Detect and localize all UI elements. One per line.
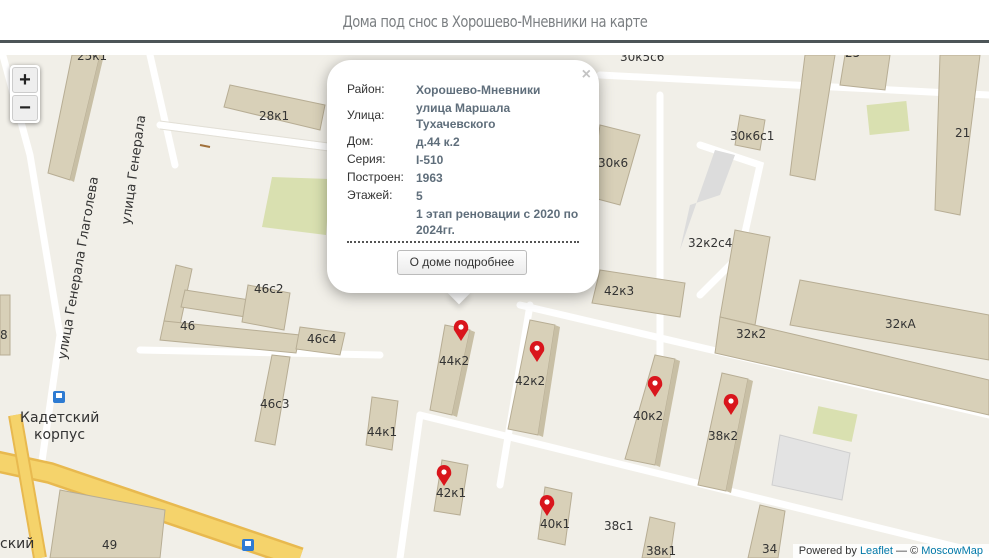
info-label: Дом: xyxy=(347,134,374,148)
label-28k1: 28к1 xyxy=(259,109,289,123)
label-46s3: 46с3 xyxy=(260,397,290,411)
label-34: 34 xyxy=(762,542,777,556)
label-46s2: 46с2 xyxy=(254,282,284,296)
label-kadet-2: корпус xyxy=(34,427,85,443)
label-38k2: 38к2 xyxy=(708,429,738,443)
label-kadet-left: ский xyxy=(0,536,34,552)
label-21: 21 xyxy=(955,126,970,140)
leaflet-link[interactable]: Leaflet xyxy=(860,545,893,557)
info-value: 5 xyxy=(416,189,423,203)
info-row-renovation: 1 этап реновации с 2020 по 2024гг. xyxy=(347,206,582,238)
popup-close-button[interactable]: × xyxy=(582,66,591,84)
street-label-general: улица Генерала xyxy=(119,114,149,225)
info-row-built: Построен: 1963 xyxy=(347,170,582,186)
info-row-series: Серия: I-510 xyxy=(347,152,582,168)
label-32k2: 32к2 xyxy=(736,327,766,341)
park-area xyxy=(866,100,910,136)
info-value: д.44 к.2 xyxy=(416,135,460,149)
info-label xyxy=(347,206,416,238)
page-title: Дома под снос в Хорошево-Мневники на кар… xyxy=(342,12,647,31)
label-44k1: 44к1 xyxy=(367,425,397,439)
info-row-floors: Этажей: 5 xyxy=(347,188,582,204)
info-label: Этажей: xyxy=(347,188,393,202)
label-25k1: 25к1 xyxy=(77,55,107,63)
label-32k2s4: 32к2с4 xyxy=(688,236,732,250)
label-38s1: 38с1 xyxy=(604,519,634,533)
parking-lot xyxy=(680,150,735,250)
info-row-district: Район: Хорошево-Мневники xyxy=(347,82,582,98)
house-details-button[interactable]: О доме подробнее xyxy=(397,250,527,275)
page-header: Дома под снос в Хорошево-Мневники на кар… xyxy=(0,0,989,43)
info-value: 1963 xyxy=(416,171,443,185)
park-area xyxy=(812,406,858,442)
info-value: I-510 xyxy=(416,153,444,167)
moscowmap-link[interactable]: MoscowMap xyxy=(921,545,983,557)
map-markers[interactable] xyxy=(436,320,739,516)
info-value: Хорошево-Мневники xyxy=(416,83,541,97)
bus-stop-icon xyxy=(53,391,65,403)
label-40k2: 40к2 xyxy=(633,409,663,423)
bus-stop-icon xyxy=(242,539,254,551)
zoom-out-button[interactable]: − xyxy=(12,95,38,121)
map[interactable]: 25к1 28к1 30к5с6 25 30к6с1 30к6 21 32к2с… xyxy=(0,55,989,558)
info-label: Серия: xyxy=(347,152,386,166)
label-30k6s1: 30к6с1 xyxy=(730,129,774,143)
info-value: 1 этап реновации с 2020 по 2024гг. xyxy=(416,207,579,237)
label-42k1: 42к1 xyxy=(436,486,466,500)
street-label-glagoleva: улица Генерала Глаголева xyxy=(55,176,102,361)
direction-arrow-icon xyxy=(199,144,211,148)
popup-divider xyxy=(347,241,579,243)
attribution-separator: — © xyxy=(892,545,922,557)
label-32kA: 32кА xyxy=(885,317,917,331)
label-49: 49 xyxy=(102,538,117,552)
map-attribution: Powered by Leaflet — © MoscowMap xyxy=(792,544,989,558)
popup-info-table: Район: Хорошево-Мневники Улица: улица Ма… xyxy=(347,82,582,240)
info-value: улица Маршала Тухачевского xyxy=(416,101,511,131)
park-area xyxy=(262,177,330,235)
label-46s4: 46с4 xyxy=(307,332,337,346)
label-30k6: 30к6 xyxy=(598,156,628,170)
label-46: 46 xyxy=(180,319,195,333)
label-38k1: 38к1 xyxy=(646,544,676,558)
label-40k1: 40к1 xyxy=(540,517,570,531)
info-row-house: Дом: д.44 к.2 xyxy=(347,134,582,150)
attribution-prefix: Powered by xyxy=(798,545,860,557)
zoom-control: + − xyxy=(10,65,40,123)
info-label: Построен: xyxy=(347,170,404,184)
label-30k5s6: 30к5с6 xyxy=(620,55,664,64)
label-8: 8 xyxy=(0,328,8,342)
info-row-street: Улица: улица Маршала Тухачевского xyxy=(347,100,582,132)
label-kadet-1: Кадетский xyxy=(20,410,99,426)
label-44k2: 44к2 xyxy=(439,354,469,368)
parking-lot xyxy=(771,434,851,501)
label-42k2: 42к2 xyxy=(515,374,545,388)
info-label: Район: xyxy=(347,82,385,96)
building-popup: × Район: Хорошево-Мневники Улица: улица … xyxy=(327,60,599,293)
label-42k3: 42к3 xyxy=(604,284,634,298)
zoom-in-button[interactable]: + xyxy=(12,67,38,93)
label-25: 25 xyxy=(845,55,860,60)
info-label: Улица: xyxy=(347,108,385,122)
